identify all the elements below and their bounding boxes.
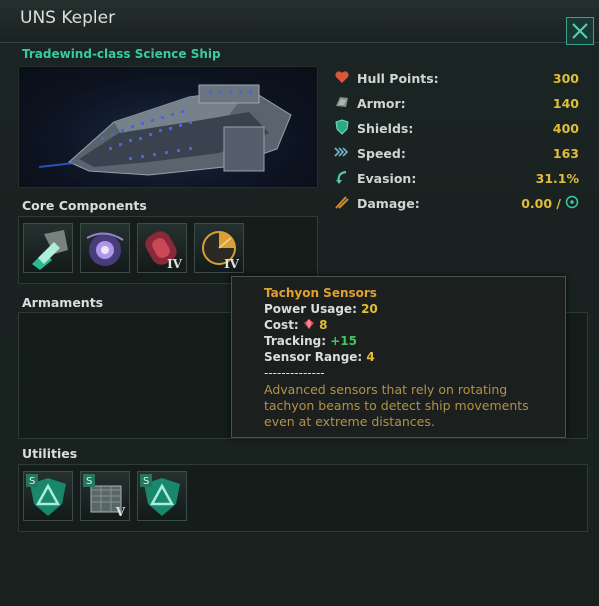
core-slot-jump-drive[interactable] [80,223,130,273]
tooltip-tracking: Tracking: +15 [264,334,357,348]
stat-value: 31.1% [535,171,579,186]
utility-slot-3[interactable]: S [137,471,187,521]
armaments-label: Armaments [22,295,104,310]
stat-hull-points[interactable]: Hull Points: 300 [330,66,585,91]
ship-class: Tradewind-class Science Ship [22,47,221,61]
alloy-gem-icon [303,319,314,329]
tier-label: IV [224,257,239,271]
ship-details-panel: UNS Kepler Tradewind-class Science Ship [0,0,599,606]
heart-icon [335,71,349,83]
armor-icon [336,97,348,107]
stat-shields[interactable]: Shields: 400 [330,116,585,141]
tier-label: IV [167,257,182,271]
stat-label: Damage: [357,196,420,211]
tooltip-separator: -------------- [264,366,325,380]
shield-icon [335,119,349,135]
close-button[interactable] [566,17,594,45]
utility-slot-1[interactable]: S [23,471,73,521]
power-usage-label: Power Usage: [264,302,357,316]
speed-icon [334,147,349,157]
ship-stats: Hull Points: 300 Armor: 140 Shields: 400… [330,66,585,216]
svg-text:S: S [29,476,35,487]
stat-speed[interactable]: Speed: 163 [330,141,585,166]
stat-damage[interactable]: Damage: 0.00 / [330,191,585,216]
thruster-icon [32,230,68,270]
stat-evasion[interactable]: Evasion: 31.1% [330,166,585,191]
tooltip-sensor-range: Sensor Range: 4 [264,350,375,364]
cost-label: Cost: [264,318,299,332]
stat-label: Hull Points: [357,71,439,86]
core-components-label: Core Components [22,198,147,213]
tooltip-description: Advanced sensors that rely on rotating [264,382,508,397]
stat-value: 400 [552,121,579,136]
close-icon [572,23,588,39]
stat-value: 140 [552,96,579,111]
tooltip-description: even at extreme distances. [264,414,435,429]
core-components-box: IV IV [18,216,318,284]
utilities-label: Utilities [22,446,78,461]
stat-value: 163 [552,146,579,161]
tier-label: V [115,505,125,519]
tooltip-power-usage: Power Usage: 20 [264,302,378,316]
svg-text:S: S [143,476,149,487]
ship-name[interactable]: UNS Kepler [20,8,115,28]
shield-generator-icon: S [140,474,180,516]
target-icon [565,195,579,209]
tracking-label: Tracking: [264,334,327,348]
shield-generator-icon: S [26,474,66,516]
stat-label: Evasion: [357,171,417,186]
utility-slot-2[interactable]: S V [80,471,130,521]
sensor-range-label: Sensor Range: [264,350,363,364]
utilities-box: S S V S [18,464,588,532]
tooltip-title: Tachyon Sensors [264,286,377,300]
stat-label: Speed: [357,146,406,161]
core-slot-sensor[interactable]: IV [194,223,244,273]
stat-value: 0.00 / [521,196,561,211]
tooltip-description: tachyon beams to detect ship movements [264,398,529,413]
cost-value: 8 [319,318,328,332]
core-slot-thruster[interactable] [23,223,73,273]
svg-text:S: S [86,476,92,487]
title-bar: UNS Kepler [0,0,599,43]
core-slot-reactor[interactable]: IV [137,223,187,273]
stat-armor[interactable]: Armor: 140 [330,91,585,116]
sensor-range-value: 4 [366,350,375,364]
damage-icon [335,196,349,209]
power-usage-value: 20 [361,302,378,316]
component-tooltip: Tachyon Sensors Power Usage: 20 Cost: 8 … [231,276,566,438]
stat-label: Armor: [357,96,406,111]
stat-value: 300 [552,71,579,86]
tracking-value: +15 [330,334,357,348]
ship-image [18,66,318,188]
tooltip-cost: Cost: 8 [264,318,327,332]
stat-label: Shields: [357,121,414,136]
jump-drive-icon [86,232,124,266]
evasion-icon [336,170,347,184]
